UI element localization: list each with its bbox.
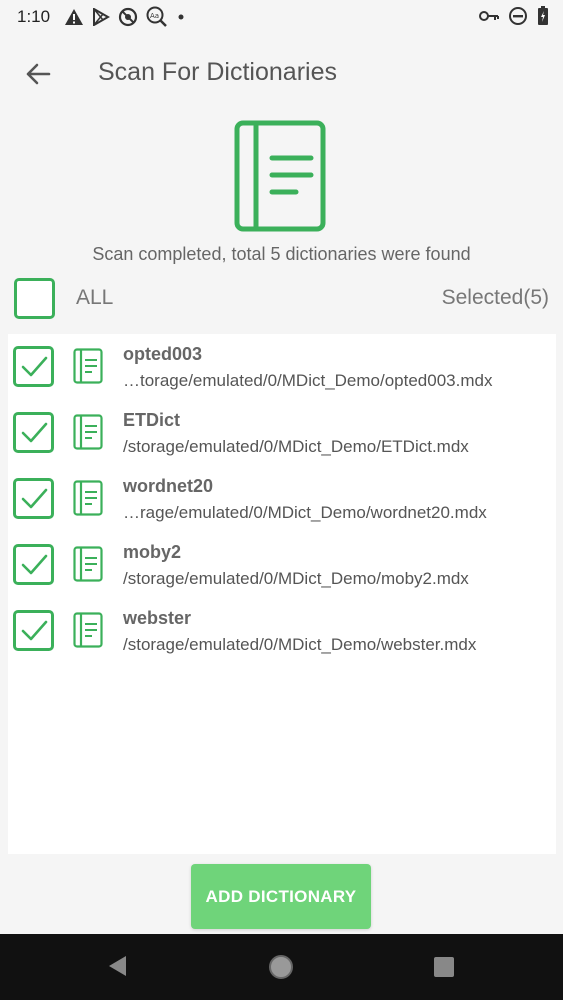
dictionary-name: wordnet20 [123,476,214,496]
item-checkbox[interactable] [13,544,54,585]
select-all-row: ALL Selected(5) [0,276,563,322]
document-icon [73,612,103,648]
document-icon [73,414,103,450]
checkmark-icon [21,554,48,575]
list-item[interactable]: moby2 /storage/emulated/0/MDict_Demo/mob… [8,532,556,598]
item-checkbox[interactable] [13,412,54,453]
dictionary-book-icon [234,120,326,232]
status-bar: 1:10 Aa [0,0,563,34]
system-nav-bar [0,934,563,1000]
dictionary-name: opted003 [123,344,203,364]
do-not-disturb-icon [509,7,527,25]
list-item[interactable]: ETDict /storage/emulated/0/MDict_Demo/ET… [8,400,556,466]
dictionary-list: opted003 …torage/emulated/0/MDict_Demo/o… [8,334,556,854]
page-title: Scan For Dictionaries [98,58,337,86]
list-item[interactable]: opted003 …torage/emulated/0/MDict_Demo/o… [8,334,556,400]
do-not-disturb-app-icon [118,7,138,27]
dictionary-notification-icon: Aa [146,6,167,27]
nav-home-icon[interactable] [268,954,294,980]
back-button[interactable] [20,56,56,92]
dictionary-name: moby2 [123,542,182,562]
dictionary-name: ETDict [123,410,181,430]
document-icon [73,546,103,582]
item-checkbox[interactable] [13,610,54,651]
play-store-icon [93,8,110,26]
dictionary-path: /storage/emulated/0/MDict_Demo/moby2.mdx [123,569,469,588]
dot-icon [178,14,184,20]
selected-count: Selected(5) [441,286,549,309]
checkmark-icon [21,488,48,509]
battery-icon [538,6,548,25]
status-icons-left: Aa [64,6,186,28]
checkmark-icon [21,422,48,443]
app-bar: Scan For Dictionaries [0,40,563,104]
status-icons-right [479,6,549,26]
checkmark-icon [21,356,48,377]
warning-icon [65,9,83,25]
vpn-key-icon [479,11,499,21]
nav-recent-apps-icon[interactable] [433,956,455,978]
dictionary-path: /storage/emulated/0/MDict_Demo/webster.m… [123,635,477,654]
list-item[interactable]: webster /storage/emulated/0/MDict_Demo/w… [8,598,556,664]
add-dictionary-button[interactable]: ADD DICTIONARY [191,864,371,929]
scan-result-message: Scan completed, total 5 dictionaries wer… [92,244,471,264]
item-checkbox[interactable] [13,478,54,519]
document-icon [73,480,103,516]
nav-back-icon[interactable] [106,954,130,978]
svg-text:Aa: Aa [150,12,159,20]
dictionary-name: webster [123,608,192,628]
dictionary-path: /storage/emulated/0/MDict_Demo/ETDict.md… [123,437,469,456]
dictionary-path: …torage/emulated/0/MDict_Demo/opted003.m… [123,371,493,390]
item-checkbox[interactable] [13,346,54,387]
list-item[interactable]: wordnet20 …rage/emulated/0/MDict_Demo/wo… [8,466,556,532]
arrow-back-icon [26,63,51,85]
document-icon [73,348,103,384]
dictionary-path: …rage/emulated/0/MDict_Demo/wordnet20.md… [123,503,487,522]
checkmark-icon [21,620,48,641]
status-time: 1:10 [17,7,51,26]
select-all-label: ALL [76,286,114,309]
select-all-checkbox[interactable] [14,278,55,319]
